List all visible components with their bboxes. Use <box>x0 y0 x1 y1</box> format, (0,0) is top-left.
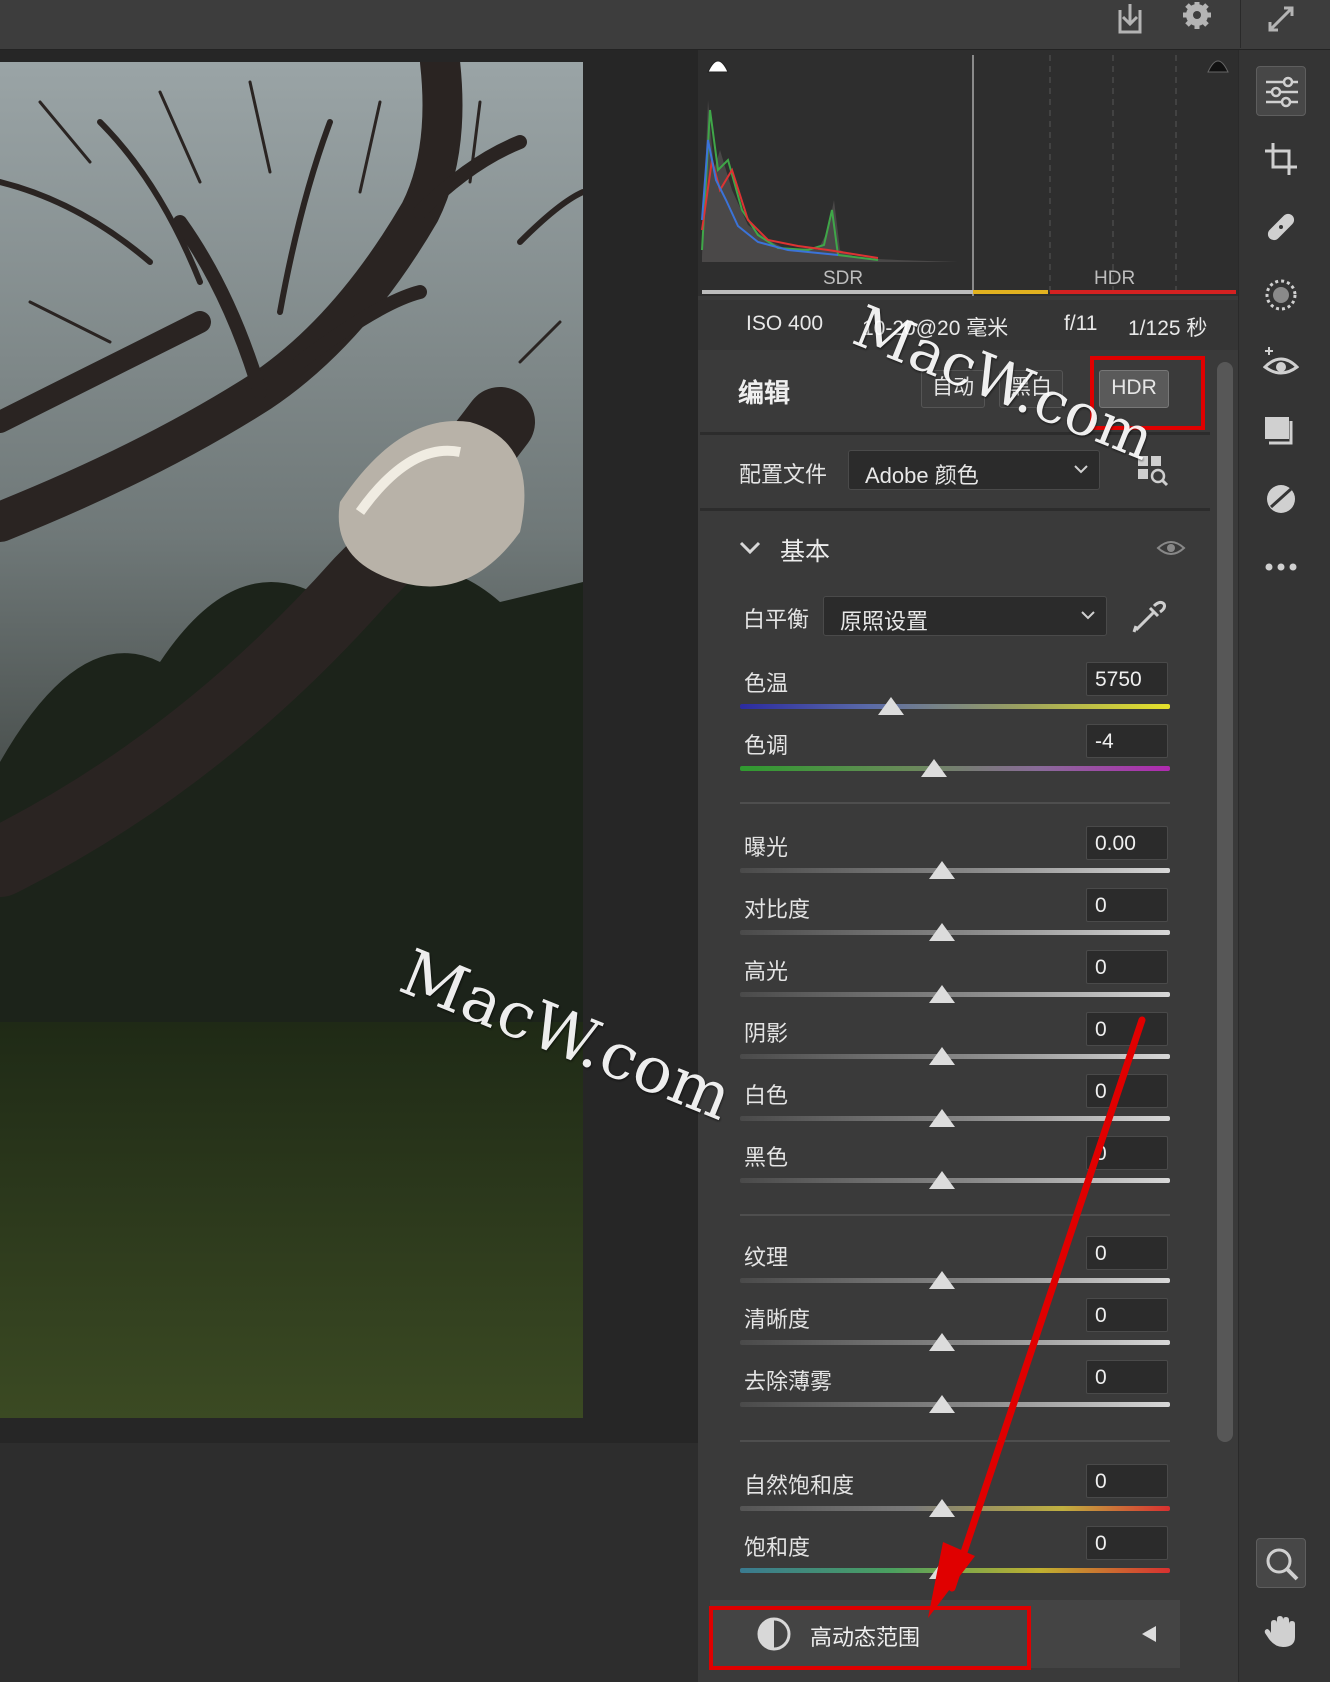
presence-slider-slider-thumb[interactable] <box>929 1271 956 1289</box>
crop-icon[interactable] <box>1256 134 1306 184</box>
temp-label: 色温 <box>744 671 789 696</box>
tone-slider-label: 曝光 <box>744 835 789 860</box>
saturation-slider-thumb[interactable] <box>929 1561 956 1579</box>
tone-slider-value: 0 <box>1095 1080 1107 1103</box>
tint-label: 色调 <box>744 733 789 758</box>
tone-slider-value: 0 <box>1095 1018 1107 1041</box>
canvas-footer <box>0 1443 698 1682</box>
photo-preview[interactable] <box>0 62 583 1418</box>
saturation-label: 饱和度 <box>744 1535 811 1560</box>
eye-icon[interactable] <box>1156 538 1186 558</box>
tone-slider-label: 白色 <box>744 1083 789 1108</box>
chevron-down-icon <box>739 541 761 555</box>
vibrance-slider-thumb[interactable] <box>929 1499 956 1517</box>
profile-label: 配置文件 <box>739 462 828 487</box>
presence-slider-slider-thumb[interactable] <box>929 1395 956 1413</box>
more-icon[interactable] <box>1256 542 1306 592</box>
presence-slider-input[interactable]: 0 <box>1086 1236 1168 1270</box>
tone-slider-input[interactable]: 0 <box>1086 888 1168 922</box>
saturation-value: 0 <box>1095 1532 1107 1555</box>
presence-slider-input[interactable]: 0 <box>1086 1298 1168 1332</box>
presence-slider-label: 清晰度 <box>744 1307 811 1332</box>
section-divider <box>740 802 1170 804</box>
tone-slider-slider-thumb[interactable] <box>929 1171 956 1189</box>
tone-slider-label: 高光 <box>744 959 789 984</box>
shutter-value: 1/125 秒 <box>1128 317 1208 340</box>
healing-icon[interactable] <box>1256 202 1306 252</box>
edit-title: 编辑 <box>738 378 791 408</box>
tone-slider-value: 0.00 <box>1095 832 1136 855</box>
tone-slider-label: 对比度 <box>744 897 811 922</box>
tint-slider[interactable] <box>740 766 1170 771</box>
saturation-input[interactable]: 0 <box>1086 1526 1168 1560</box>
presence-slider-value: 0 <box>1095 1366 1107 1389</box>
iso-value: ISO 400 <box>746 312 824 335</box>
tone-slider-value: 0 <box>1095 956 1107 979</box>
vibrance-label: 自然饱和度 <box>744 1473 855 1498</box>
zoom-icon[interactable] <box>1256 1538 1306 1588</box>
tone-slider-input[interactable]: 0 <box>1086 1074 1168 1108</box>
tone-slider-input[interactable]: 0 <box>1086 1136 1168 1170</box>
hdr-section-highlight-box <box>709 1606 1031 1670</box>
tone-slider-input[interactable]: 0 <box>1086 950 1168 984</box>
tone-slider-value: 0 <box>1095 894 1107 917</box>
tone-slider-input[interactable]: 0.00 <box>1086 826 1168 860</box>
tint-slider-thumb[interactable] <box>920 759 947 777</box>
temp-input[interactable]: 5750 <box>1086 662 1168 696</box>
histogram <box>698 50 1238 296</box>
white-balance-value: 原照设置 <box>840 609 929 634</box>
profile-select[interactable]: Adobe 颜色 <box>848 450 1100 490</box>
chevron-down-icon <box>1074 465 1088 474</box>
edit-sliders-icon[interactable] <box>1256 66 1306 116</box>
section-divider <box>740 1440 1170 1442</box>
temp-slider[interactable] <box>740 704 1170 709</box>
tone-slider-slider-thumb[interactable] <box>929 985 956 1003</box>
eyedropper-icon[interactable] <box>1130 598 1166 634</box>
hand-icon[interactable] <box>1256 1606 1306 1656</box>
tone-slider-label: 黑色 <box>744 1145 789 1170</box>
panel-scrollbar-thumb[interactable] <box>1217 362 1233 1442</box>
profile-value: Adobe 颜色 <box>865 463 979 488</box>
vibrance-value: 0 <box>1095 1470 1107 1493</box>
tone-slider-slider-thumb[interactable] <box>929 861 956 879</box>
tint-value: -4 <box>1095 730 1114 753</box>
tone-slider-slider-thumb[interactable] <box>929 1047 956 1065</box>
snapshots-icon[interactable] <box>1256 474 1306 524</box>
tone-slider-label: 阴影 <box>744 1021 789 1046</box>
gear-icon[interactable] <box>1177 1 1217 38</box>
temp-slider-thumb[interactable] <box>877 697 904 715</box>
tone-slider-slider-thumb[interactable] <box>929 923 956 941</box>
presence-slider-slider-thumb[interactable] <box>929 1333 956 1351</box>
basic-section-header[interactable]: 基本 <box>700 510 1210 580</box>
presets-icon[interactable] <box>1256 406 1306 456</box>
white-balance-label: 白平衡 <box>743 607 810 632</box>
presence-slider-value: 0 <box>1095 1242 1107 1265</box>
top-bar <box>0 0 1330 50</box>
white-balance-select[interactable]: 原照设置 <box>823 596 1107 636</box>
histogram-sdr-label: SDR <box>823 268 864 289</box>
export-icon[interactable] <box>1110 2 1150 38</box>
aperture-value: f/11 <box>1064 312 1098 335</box>
tint-input[interactable]: -4 <box>1086 724 1168 758</box>
presence-slider-label: 去除薄雾 <box>744 1369 833 1394</box>
top-separator <box>1240 0 1241 48</box>
presence-slider-label: 纹理 <box>744 1245 789 1270</box>
section-divider <box>740 1214 1170 1216</box>
redeye-icon[interactable] <box>1256 338 1306 388</box>
triangle-left-icon <box>1142 1626 1156 1642</box>
tone-slider-value: 0 <box>1095 1142 1107 1165</box>
tone-slider-slider-thumb[interactable] <box>929 1109 956 1127</box>
histogram-hdr-label: HDR <box>1094 268 1136 289</box>
presence-slider-value: 0 <box>1095 1304 1107 1327</box>
basic-section-title: 基本 <box>780 538 831 566</box>
masking-icon[interactable] <box>1256 270 1306 320</box>
presence-slider-input[interactable]: 0 <box>1086 1360 1168 1394</box>
chevron-down-icon <box>1081 611 1095 620</box>
tone-slider-input[interactable]: 0 <box>1086 1012 1168 1046</box>
fullscreen-icon[interactable] <box>1262 2 1302 38</box>
vibrance-input[interactable]: 0 <box>1086 1464 1168 1498</box>
temp-value: 5750 <box>1095 668 1142 691</box>
